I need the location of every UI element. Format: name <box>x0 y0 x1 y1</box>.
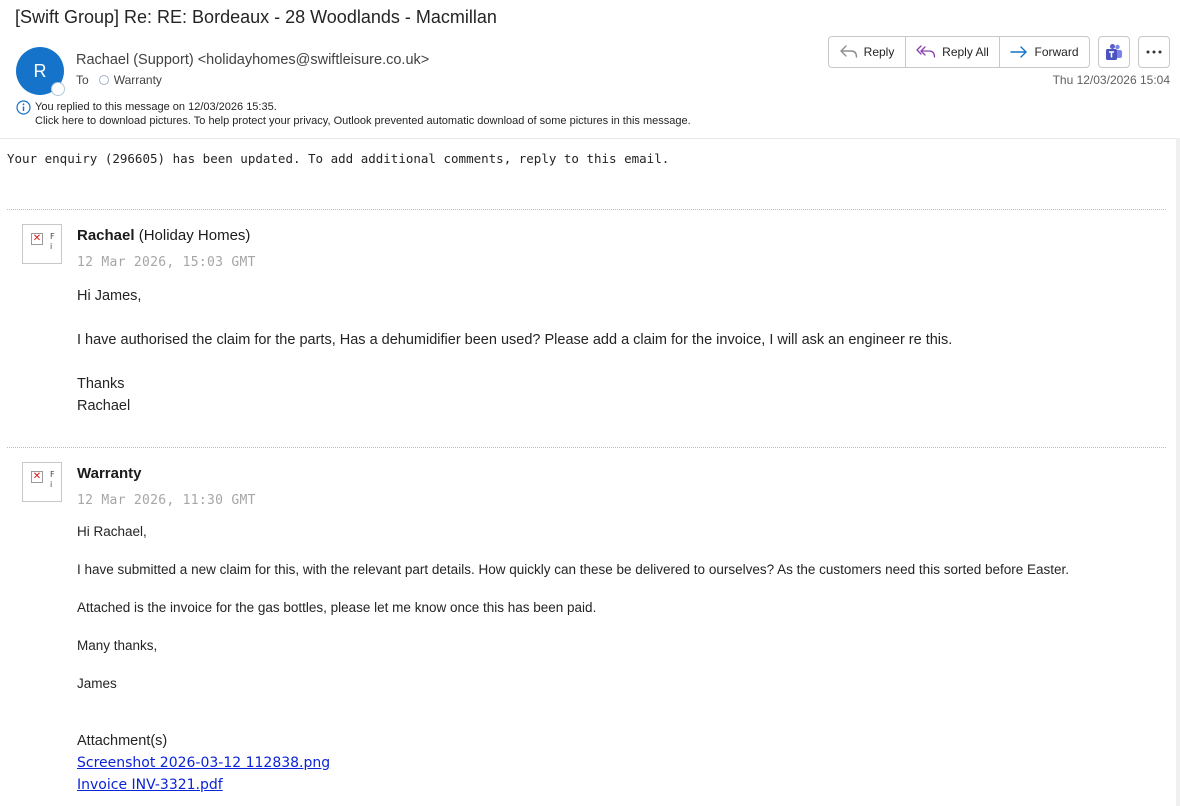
reply-all-icon <box>916 45 936 58</box>
scrollbar[interactable] <box>1176 138 1180 806</box>
attachment-link[interactable]: Invoice INV-3321.pdf <box>77 777 223 793</box>
forward-icon <box>1010 46 1028 58</box>
author-name: Warranty <box>77 465 142 482</box>
message-divider <box>7 447 1166 448</box>
reply-icon <box>839 45 857 58</box>
image-error-icon: ✕ <box>31 471 43 483</box>
teams-button[interactable] <box>1098 36 1130 68</box>
reply-all-label: Reply All <box>942 45 989 59</box>
author-team: (Holiday Homes) <box>134 227 251 244</box>
message-line: Many thanks, <box>77 638 158 653</box>
image-alt-text: F i <box>50 232 55 251</box>
message-line: James <box>77 676 117 691</box>
teams-icon <box>1106 44 1122 60</box>
reply-all-button[interactable]: Reply All <box>906 37 1000 67</box>
message-divider <box>7 209 1166 210</box>
more-icon <box>1146 50 1162 54</box>
broken-image-icon: ✕ F i <box>22 462 62 502</box>
image-error-icon: ✕ <box>31 233 43 245</box>
message-time: 12 Mar 2026, 11:30 GMT <box>77 493 256 508</box>
sender-name[interactable]: Rachael (Support) <holidayhomes@swiftlei… <box>76 52 429 68</box>
to-label: To <box>76 73 89 87</box>
reply-button[interactable]: Reply <box>829 37 906 67</box>
presence-status-icon <box>51 82 65 96</box>
broken-image-icon: ✕ F i <box>22 224 62 264</box>
enquiry-notice: Your enquiry (296605) has been updated. … <box>7 151 670 166</box>
attachments-label: Attachment(s) <box>77 733 168 749</box>
message-line: Thanks <box>77 376 125 392</box>
message-author: Rachael (Holiday Homes) <box>77 227 250 244</box>
recipient-row: To Warranty <box>76 73 162 87</box>
message-line: Attached is the invoice for the gas bott… <box>77 600 597 615</box>
reply-actions-group: Reply Reply All Forward <box>828 36 1090 68</box>
message-line: I have submitted a new claim for this, w… <box>77 562 1070 577</box>
message-author: Warranty <box>77 465 141 482</box>
message-line: Hi Rachael, <box>77 524 147 539</box>
download-pictures-link[interactable]: Click here to download pictures. To help… <box>35 115 691 127</box>
forward-label: Forward <box>1034 45 1079 59</box>
attachment-link[interactable]: Screenshot 2026-03-12 112838.png <box>77 755 330 771</box>
email-subject: [Swift Group] Re: RE: Bordeaux - 28 Wood… <box>15 7 497 27</box>
reply-label: Reply <box>863 45 895 59</box>
message-line: Hi James, <box>77 288 142 304</box>
recipient-presence-icon <box>98 75 109 85</box>
info-icon <box>16 100 31 115</box>
forward-button[interactable]: Forward <box>1000 37 1089 67</box>
message-time: 12 Mar 2026, 15:03 GMT <box>77 255 256 270</box>
message-line: I have authorised the claim for the part… <box>77 332 953 348</box>
more-actions-button[interactable] <box>1138 36 1170 68</box>
recipient-name[interactable]: Warranty <box>114 73 162 87</box>
message-line: Rachael <box>77 398 131 414</box>
author-name: Rachael <box>77 227 135 244</box>
email-date: Thu 12/03/2026 15:04 <box>1052 73 1170 87</box>
image-alt-text: F i <box>50 470 55 489</box>
replied-info: You replied to this message on 12/03/202… <box>35 101 277 113</box>
